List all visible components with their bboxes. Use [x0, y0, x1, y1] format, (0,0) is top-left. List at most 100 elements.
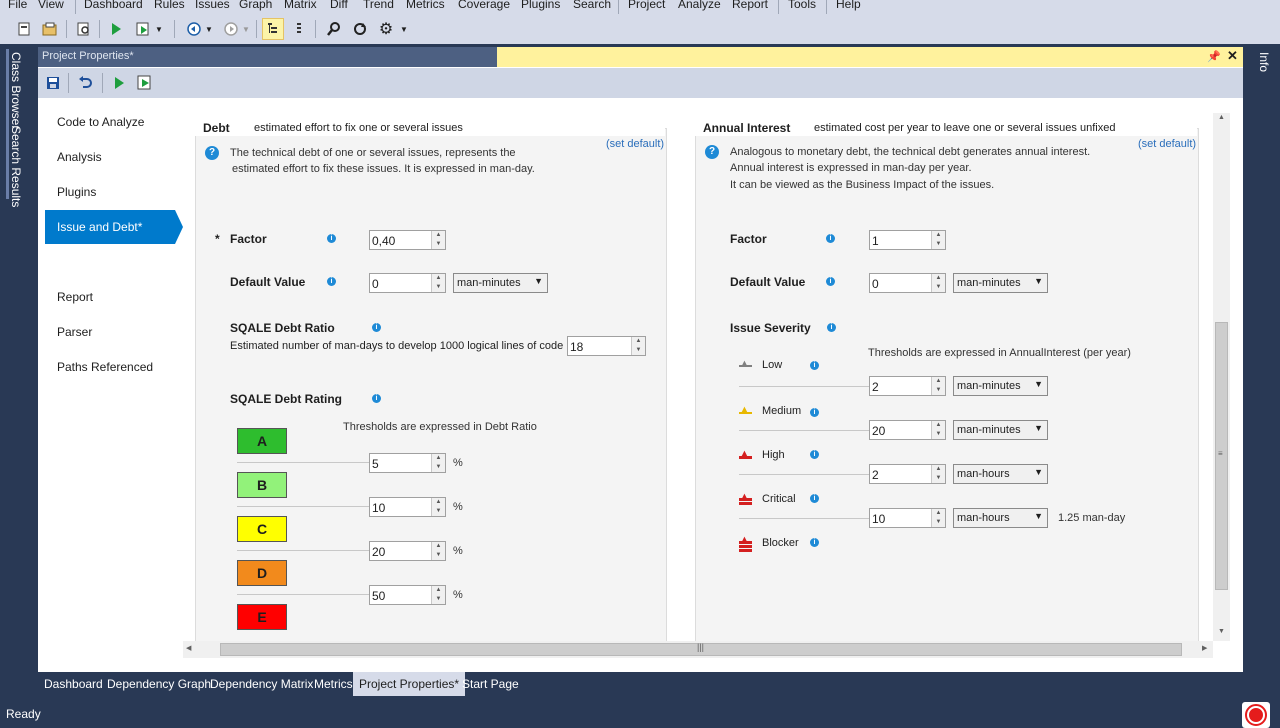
- debt-default-unit-select[interactable]: man-minutes ▼: [453, 273, 548, 293]
- menu-issues[interactable]: Issues: [195, 0, 230, 11]
- run-analysis-options-icon[interactable]: [133, 19, 153, 39]
- menu-dashboard[interactable]: Dashboard: [84, 0, 143, 11]
- debt-default-value-stepper[interactable]: 0 ▲ ▼: [369, 273, 446, 293]
- new-project-icon[interactable]: [14, 19, 34, 39]
- sqale-debt-ratio-stepper[interactable]: 18 ▲ ▼: [567, 336, 646, 356]
- tree-view-icon[interactable]: [262, 18, 284, 40]
- debt-set-default-link[interactable]: (set default): [606, 138, 664, 150]
- scroll-up-icon[interactable]: ▲: [1218, 114, 1225, 121]
- nav-paths-referenced[interactable]: Paths Referenced: [57, 360, 153, 374]
- interest-threshold-low-medium-unit[interactable]: man-minutes ▼: [953, 376, 1048, 396]
- info-icon[interactable]: i: [810, 450, 819, 459]
- stepper-arrows-icon[interactable]: ▲ ▼: [631, 337, 645, 355]
- interest-set-default-link[interactable]: (set default): [1138, 138, 1196, 150]
- info-icon[interactable]: i: [826, 234, 835, 243]
- tab-info[interactable]: Info: [1257, 52, 1271, 72]
- interest-threshold-critical-blocker-stepper[interactable]: 10 ▲ ▼: [869, 508, 946, 528]
- find-project-icon[interactable]: [74, 19, 94, 39]
- info-icon[interactable]: i: [810, 494, 819, 503]
- info-icon[interactable]: i: [810, 361, 819, 370]
- vertical-scroll-thumb[interactable]: ≡: [1215, 322, 1228, 590]
- list-view-icon[interactable]: [289, 19, 309, 39]
- menu-file[interactable]: File: [8, 0, 27, 11]
- save-icon[interactable]: [46, 76, 60, 93]
- menu-trend[interactable]: Trend: [363, 0, 394, 11]
- menu-project[interactable]: Project: [628, 0, 665, 11]
- debt-factor-stepper[interactable]: 0,40 ▲ ▼: [369, 230, 446, 250]
- menu-matrix[interactable]: Matrix: [284, 0, 317, 11]
- chevron-down-icon[interactable]: ▼: [240, 19, 252, 39]
- pin-icon[interactable]: 📌: [1207, 50, 1221, 63]
- menu-graph[interactable]: Graph: [239, 0, 272, 11]
- stepper-arrows-icon[interactable]: ▲ ▼: [931, 509, 945, 527]
- interest-threshold-high-critical-stepper[interactable]: 2 ▲ ▼: [869, 464, 946, 484]
- stepper-arrows-icon[interactable]: ▲ ▼: [431, 542, 445, 560]
- interest-threshold-medium-high-unit[interactable]: man-minutes ▼: [953, 420, 1048, 440]
- scroll-left-icon[interactable]: ◀: [186, 644, 191, 652]
- stepper-arrows-icon[interactable]: ▲ ▼: [931, 465, 945, 483]
- stepper-arrows-icon[interactable]: ▲ ▼: [931, 274, 945, 292]
- stepper-arrows-icon[interactable]: ▲ ▼: [431, 586, 445, 604]
- close-icon[interactable]: ✕: [1227, 48, 1238, 64]
- menu-plugins[interactable]: Plugins: [521, 0, 560, 11]
- interest-threshold-medium-high-stepper[interactable]: 20 ▲ ▼: [869, 420, 946, 440]
- stepper-arrows-icon[interactable]: ▲ ▼: [931, 231, 945, 249]
- tab-start-page[interactable]: Start Page: [456, 672, 525, 696]
- menu-coverage[interactable]: Coverage: [458, 0, 510, 11]
- tab-dashboard[interactable]: Dashboard: [38, 672, 109, 696]
- menu-tools[interactable]: Tools: [788, 0, 816, 11]
- interest-factor-stepper[interactable]: 1 ▲ ▼: [869, 230, 946, 250]
- stepper-arrows-icon[interactable]: ▲ ▼: [431, 231, 445, 249]
- nav-code-to-analyze[interactable]: Code to Analyze: [57, 115, 144, 129]
- stepper-arrows-icon[interactable]: ▲ ▼: [931, 421, 945, 439]
- tab-metrics[interactable]: Metrics: [308, 672, 359, 696]
- menu-analyze[interactable]: Analyze: [678, 0, 721, 11]
- run-analysis-icon[interactable]: [113, 76, 125, 93]
- info-icon[interactable]: i: [327, 234, 336, 243]
- interest-threshold-high-critical-unit[interactable]: man-hours ▼: [953, 464, 1048, 484]
- nav-parser[interactable]: Parser: [57, 325, 92, 339]
- menu-search[interactable]: Search: [573, 0, 611, 11]
- menu-diff[interactable]: Diff: [330, 0, 348, 11]
- interest-threshold-low-medium-stepper[interactable]: 2 ▲ ▼: [869, 376, 946, 396]
- refresh-icon[interactable]: [350, 19, 370, 39]
- tab-dependency-graph[interactable]: Dependency Graph: [101, 672, 217, 696]
- debt-threshold-cd-stepper[interactable]: 20 ▲ ▼: [369, 541, 446, 561]
- open-project-icon[interactable]: [40, 19, 60, 39]
- document-tab[interactable]: Project Properties*: [38, 47, 497, 67]
- info-icon[interactable]: i: [826, 277, 835, 286]
- stepper-arrows-icon[interactable]: ▲ ▼: [431, 498, 445, 516]
- menu-rules[interactable]: Rules: [154, 0, 185, 11]
- stepper-arrows-icon[interactable]: ▲ ▼: [431, 454, 445, 472]
- chevron-down-icon[interactable]: ▼: [398, 19, 410, 39]
- menu-report[interactable]: Report: [732, 0, 768, 11]
- nav-plugins[interactable]: Plugins: [57, 185, 96, 199]
- tab-class-browser[interactable]: Class Browser: [9, 52, 23, 129]
- record-button[interactable]: [1242, 702, 1270, 728]
- debt-threshold-bc-stepper[interactable]: 10 ▲ ▼: [369, 497, 446, 517]
- gear-icon[interactable]: ⚙: [376, 19, 396, 39]
- chevron-down-icon[interactable]: ▼: [203, 19, 215, 39]
- info-icon[interactable]: i: [372, 323, 381, 332]
- menu-view[interactable]: View: [38, 0, 64, 11]
- tab-dependency-matrix[interactable]: Dependency Matrix: [204, 672, 319, 696]
- info-icon[interactable]: i: [810, 538, 819, 547]
- horizontal-scroll-thumb[interactable]: |||: [220, 642, 1182, 656]
- nav-issue-and-debt[interactable]: Issue and Debt*: [45, 210, 175, 244]
- nav-analysis[interactable]: Analysis: [57, 150, 102, 164]
- info-icon[interactable]: i: [827, 323, 836, 332]
- forward-icon[interactable]: [221, 19, 241, 39]
- stepper-arrows-icon[interactable]: ▲ ▼: [431, 274, 445, 292]
- chevron-down-icon[interactable]: ▼: [153, 19, 165, 39]
- debt-threshold-ab-stepper[interactable]: 5 ▲ ▼: [369, 453, 446, 473]
- stepper-arrows-icon[interactable]: ▲ ▼: [931, 377, 945, 395]
- run-analysis-icon[interactable]: [106, 19, 126, 39]
- menu-metrics[interactable]: Metrics: [406, 0, 445, 11]
- undo-icon[interactable]: [78, 75, 92, 94]
- interest-threshold-critical-blocker-unit[interactable]: man-hours ▼: [953, 508, 1048, 528]
- nav-report[interactable]: Report: [57, 290, 93, 304]
- scroll-down-icon[interactable]: ▼: [1218, 628, 1225, 635]
- tab-search-results[interactable]: Search Results: [9, 126, 23, 207]
- info-icon[interactable]: i: [372, 394, 381, 403]
- debt-threshold-de-stepper[interactable]: 50 ▲ ▼: [369, 585, 446, 605]
